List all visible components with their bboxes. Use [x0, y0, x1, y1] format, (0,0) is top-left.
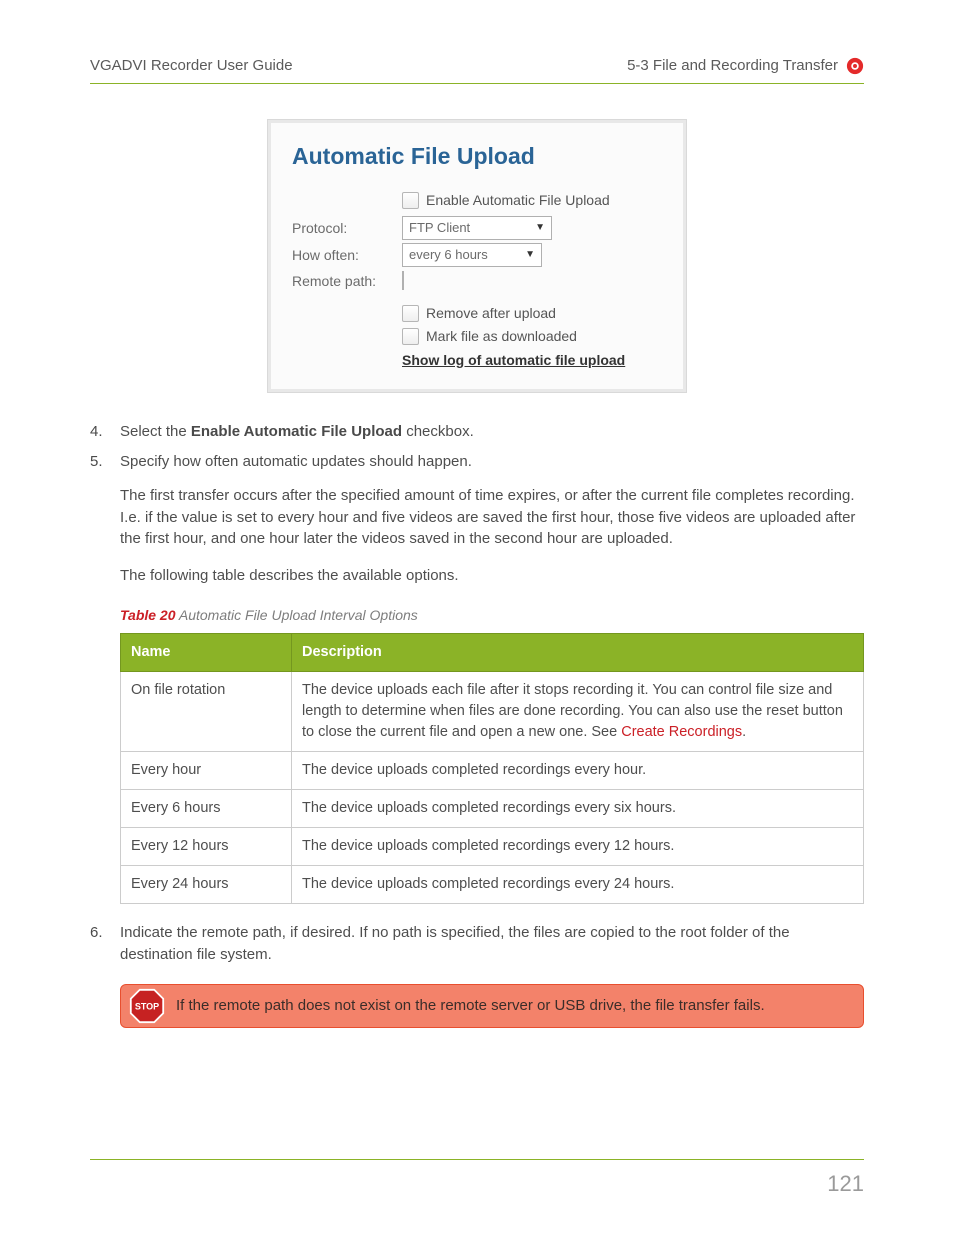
svg-text:STOP: STOP	[135, 1001, 159, 1011]
footer-divider	[90, 1159, 864, 1160]
table-row: Every 6 hours The device uploads complet…	[121, 790, 864, 828]
table-row: Every 12 hours The device uploads comple…	[121, 828, 864, 866]
step-4-number: 4.	[90, 421, 120, 443]
th-name: Name	[121, 634, 292, 672]
howoften-select[interactable]: every 6 hours	[402, 243, 542, 267]
howoften-label: How often:	[292, 245, 402, 265]
mark-downloaded-label: Mark file as downloaded	[426, 326, 577, 346]
mark-downloaded-checkbox[interactable]	[402, 328, 419, 345]
step-5-text: Specify how often automatic updates shou…	[120, 451, 864, 473]
page-number: 121	[827, 1168, 864, 1200]
brand-logo-icon	[846, 57, 864, 75]
remotepath-input[interactable]	[402, 271, 404, 290]
step-6-text: Indicate the remote path, if desired. If…	[120, 922, 864, 966]
table-row: On file rotation The device uploads each…	[121, 672, 864, 752]
remove-after-checkbox[interactable]	[402, 305, 419, 322]
header-left: VGADVI Recorder User Guide	[90, 55, 293, 77]
page: VGADVI Recorder User Guide 5-3 File and …	[0, 0, 954, 1235]
step-5-para-2: The following table describes the availa…	[120, 565, 864, 587]
table-row: Every 24 hours The device uploads comple…	[121, 866, 864, 904]
stop-warning: STOP If the remote path does not exist o…	[120, 984, 864, 1028]
enable-upload-checkbox[interactable]	[402, 192, 419, 209]
table-caption: Table 20 Automatic File Upload Interval …	[120, 605, 864, 625]
page-header: VGADVI Recorder User Guide 5-3 File and …	[90, 55, 864, 84]
protocol-label: Protocol:	[292, 218, 402, 238]
interval-options-table: Name Description On file rotation The de…	[120, 633, 864, 904]
step-5-number: 5.	[90, 451, 120, 473]
header-right: 5-3 File and Recording Transfer	[627, 55, 838, 77]
enable-upload-label: Enable Automatic File Upload	[426, 190, 610, 210]
step-6-number: 6.	[90, 922, 120, 966]
protocol-select[interactable]: FTP Client	[402, 216, 552, 240]
create-recordings-link[interactable]: Create Recordings	[621, 724, 742, 740]
remotepath-label: Remote path:	[292, 271, 402, 291]
step-5-para-1: The first transfer occurs after the spec…	[120, 485, 864, 550]
show-log-link[interactable]: Show log of automatic file upload	[402, 352, 625, 368]
stop-icon: STOP	[129, 988, 165, 1024]
stop-text: If the remote path does not exist on the…	[176, 997, 765, 1014]
th-desc: Description	[292, 634, 864, 672]
panel-title: Automatic File Upload	[292, 140, 662, 173]
upload-panel: Automatic File Upload Enable Automatic F…	[267, 119, 687, 394]
remove-after-label: Remove after upload	[426, 303, 556, 323]
table-row: Every hour The device uploads completed …	[121, 752, 864, 790]
step-4-text: Select the Enable Automatic File Upload …	[120, 421, 864, 443]
